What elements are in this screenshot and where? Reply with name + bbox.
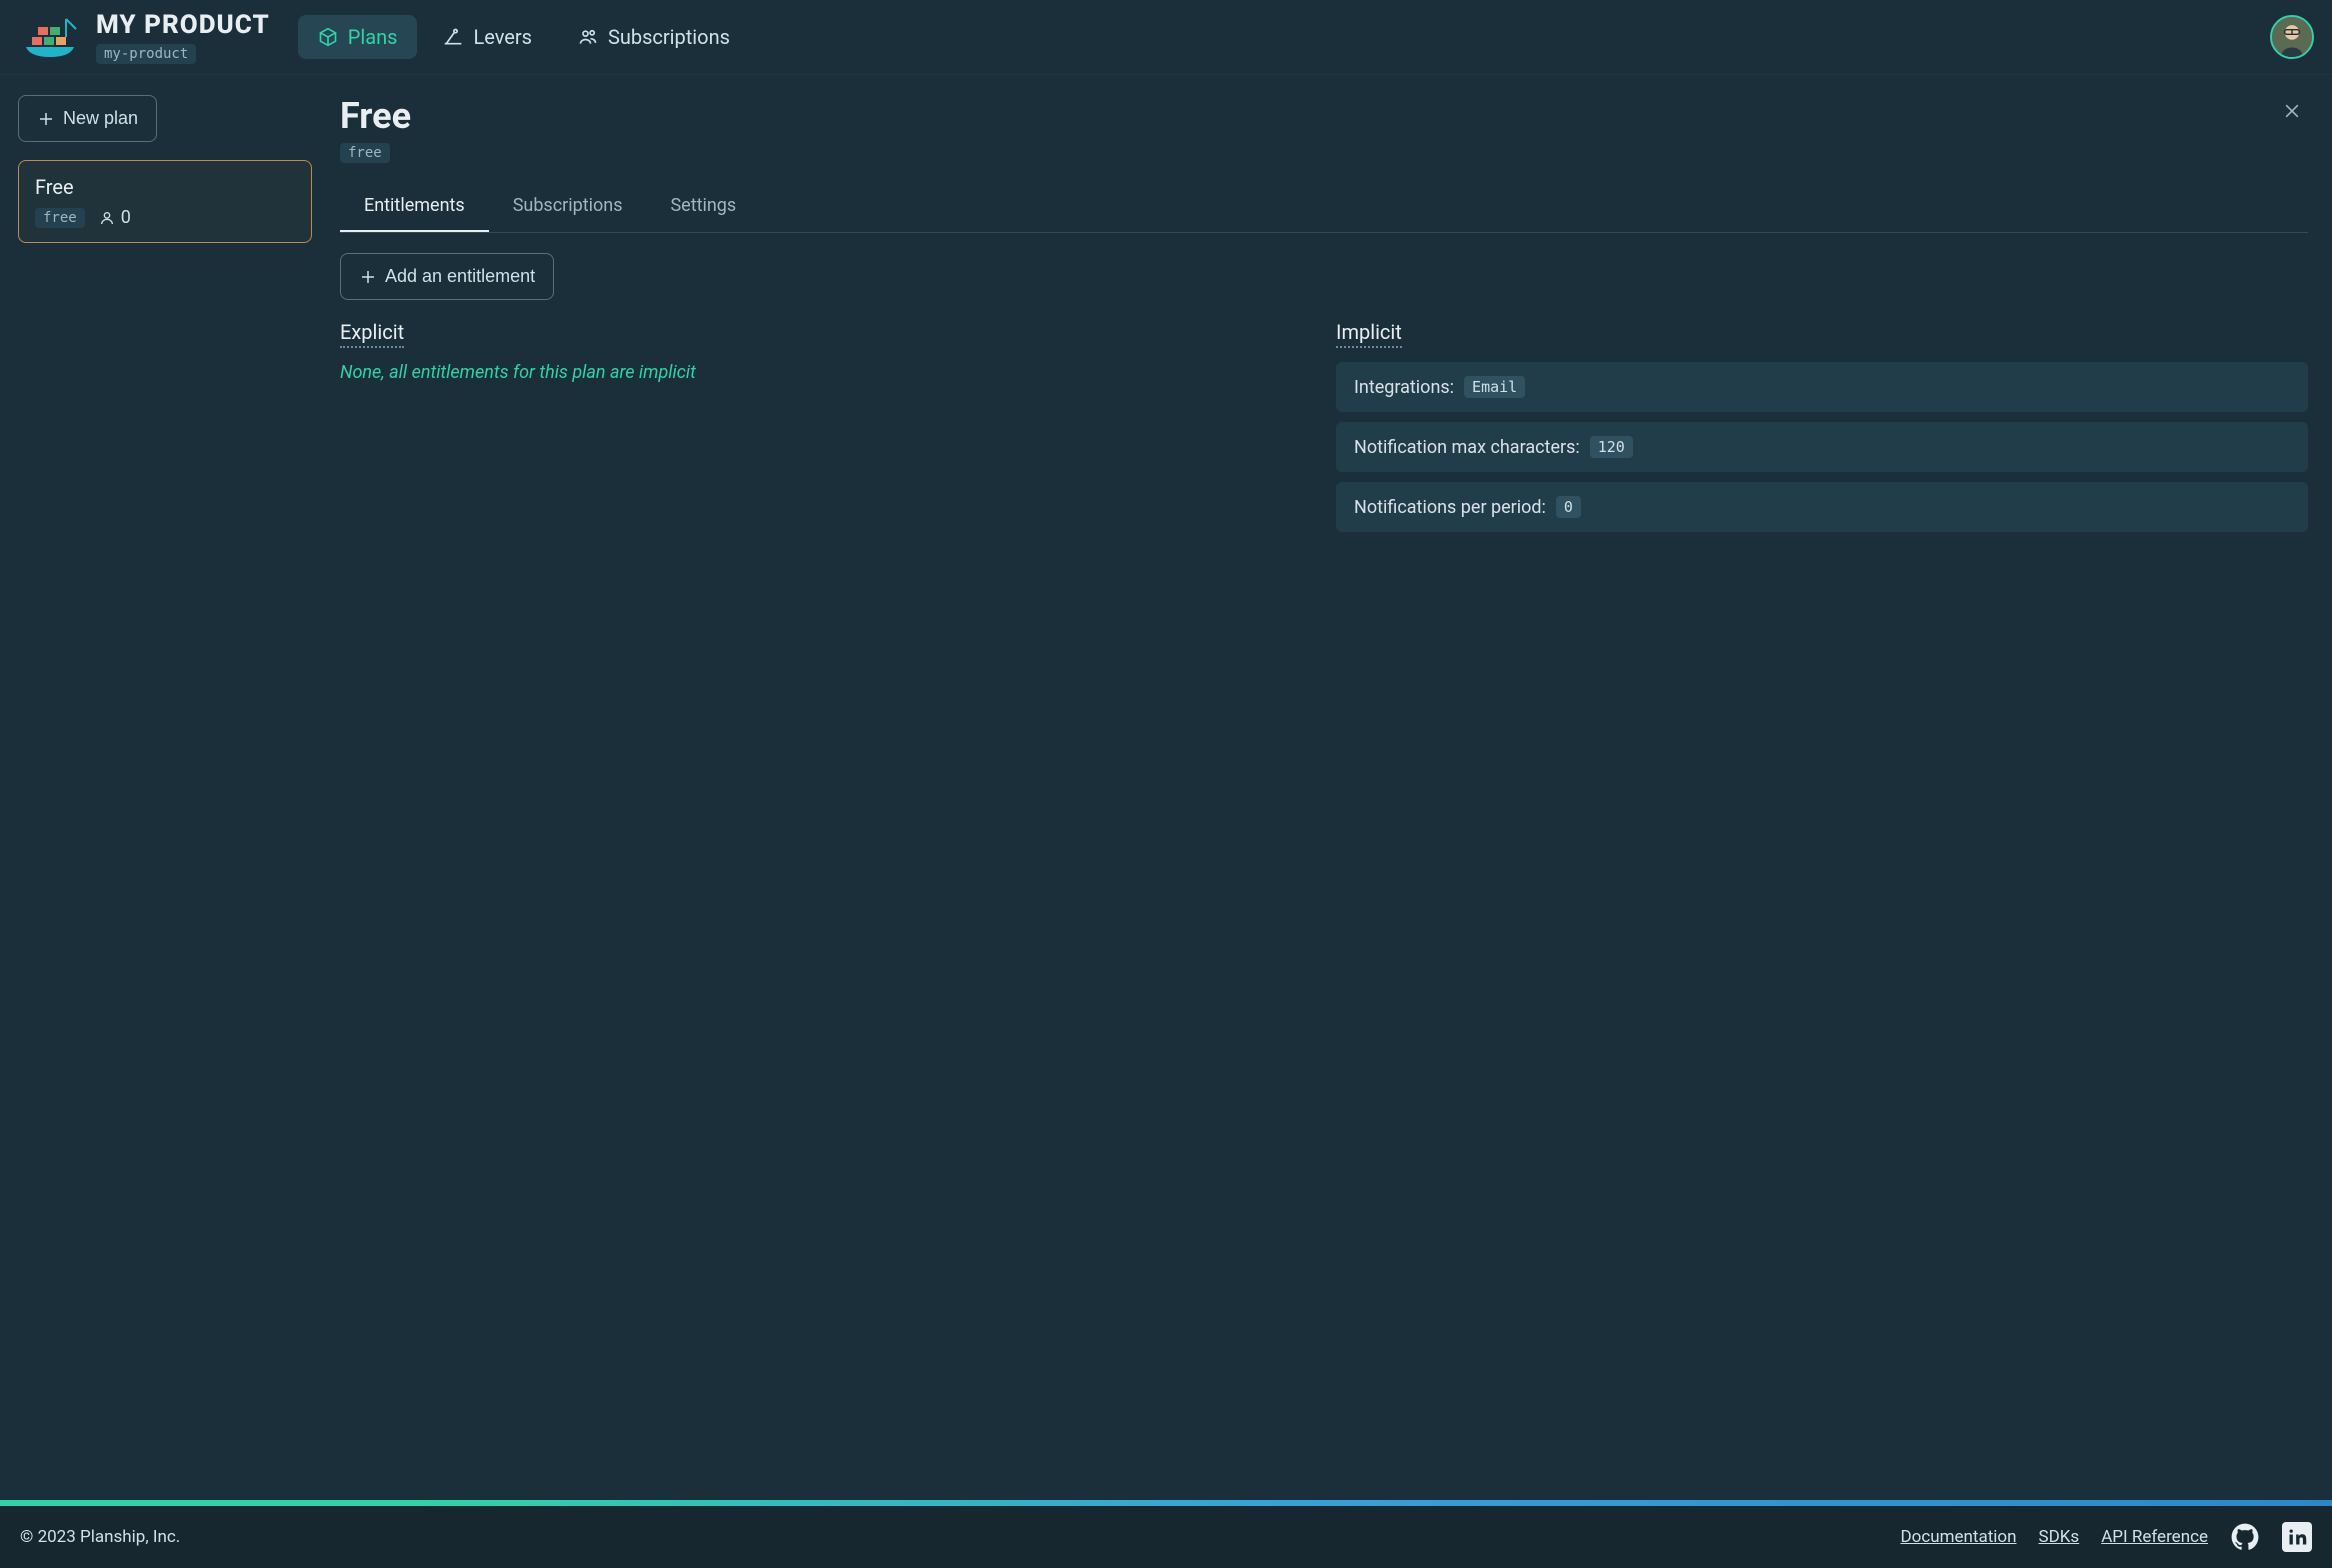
- github-link[interactable]: [2230, 1522, 2260, 1552]
- implicit-item[interactable]: Notification max characters: 120: [1336, 422, 2308, 472]
- plan-card-slug: free: [35, 208, 85, 228]
- plus-icon: [37, 110, 55, 128]
- content-header: Free free: [340, 95, 2308, 163]
- nav-subscriptions-label: Subscriptions: [608, 25, 730, 49]
- main-nav: Plans Levers Subscriptions: [298, 15, 750, 59]
- sidebar: New plan Free free 0: [0, 75, 330, 1500]
- tab-subscriptions[interactable]: Subscriptions: [489, 181, 647, 232]
- main: New plan Free free 0 Free free: [0, 75, 2332, 1500]
- footer-copyright: © 2023 Planship, Inc.: [20, 1527, 180, 1547]
- plan-card-user-count-value: 0: [121, 207, 131, 228]
- product-block: MY PRODUCT my-product: [96, 10, 270, 64]
- linkedin-icon: [2287, 1527, 2307, 1547]
- nav-levers-label: Levers: [473, 25, 532, 49]
- implicit-column: Implicit Integrations: Email Notificatio…: [1336, 320, 2308, 542]
- plan-card-title: Free: [35, 175, 295, 199]
- content: Free free Entitlements Subscriptions Set…: [330, 75, 2332, 1500]
- ship-icon: [18, 13, 82, 61]
- content-title-block: Free free: [340, 95, 411, 163]
- nav-plans-label: Plans: [348, 25, 398, 49]
- header: MY PRODUCT my-product Plans Levers Subsc…: [0, 0, 2332, 75]
- avatar-image: [2272, 15, 2312, 59]
- lever-icon: [443, 27, 463, 47]
- nav-plans[interactable]: Plans: [298, 15, 418, 59]
- implicit-item-value: 0: [1556, 496, 1581, 518]
- explicit-heading: Explicit: [340, 320, 404, 348]
- add-entitlement-label: Add an entitlement: [385, 266, 535, 287]
- user-icon: [99, 210, 115, 226]
- box-icon: [318, 27, 338, 47]
- users-icon: [578, 27, 598, 47]
- footer: © 2023 Planship, Inc. Documentation SDKs…: [0, 1506, 2332, 1568]
- close-icon: [2282, 101, 2302, 121]
- github-icon: [2231, 1523, 2259, 1551]
- content-title: Free: [340, 95, 411, 137]
- implicit-item[interactable]: Notifications per period: 0: [1336, 482, 2308, 532]
- plan-card-meta: free 0: [35, 207, 295, 228]
- linkedin-link[interactable]: [2282, 1522, 2312, 1552]
- implicit-item-label: Integrations:: [1354, 377, 1454, 398]
- tab-settings[interactable]: Settings: [646, 181, 760, 232]
- explicit-column: Explicit None, all entitlements for this…: [340, 320, 1312, 542]
- tab-entitlements[interactable]: Entitlements: [340, 181, 489, 232]
- product-logo: [18, 13, 82, 61]
- footer-link-sdks[interactable]: SDKs: [2039, 1527, 2080, 1547]
- plus-icon: [359, 268, 377, 286]
- close-button[interactable]: [2276, 95, 2308, 127]
- implicit-item-value: 120: [1590, 436, 1633, 458]
- new-plan-label: New plan: [63, 108, 138, 129]
- footer-link-api-reference[interactable]: API Reference: [2101, 1527, 2208, 1547]
- user-avatar[interactable]: [2270, 15, 2314, 59]
- nav-levers[interactable]: Levers: [423, 15, 552, 59]
- add-entitlement-button[interactable]: Add an entitlement: [340, 253, 554, 300]
- tabs: Entitlements Subscriptions Settings: [340, 181, 2308, 233]
- product-slug: my-product: [96, 44, 196, 64]
- implicit-item-label: Notification max characters:: [1354, 437, 1580, 458]
- plan-card-user-count: 0: [99, 207, 131, 228]
- implicit-item[interactable]: Integrations: Email: [1336, 362, 2308, 412]
- product-name: MY PRODUCT: [96, 10, 270, 40]
- implicit-item-value: Email: [1464, 376, 1525, 398]
- content-slug: free: [340, 143, 390, 163]
- entitlements-sections: Explicit None, all entitlements for this…: [340, 320, 2308, 542]
- implicit-item-label: Notifications per period:: [1354, 497, 1546, 518]
- nav-subscriptions[interactable]: Subscriptions: [558, 15, 750, 59]
- new-plan-button[interactable]: New plan: [18, 95, 157, 142]
- implicit-heading: Implicit: [1336, 320, 1402, 348]
- footer-link-documentation[interactable]: Documentation: [1900, 1527, 2016, 1547]
- sidebar-plan-card[interactable]: Free free 0: [18, 160, 312, 243]
- explicit-empty-message: None, all entitlements for this plan are…: [340, 362, 1312, 383]
